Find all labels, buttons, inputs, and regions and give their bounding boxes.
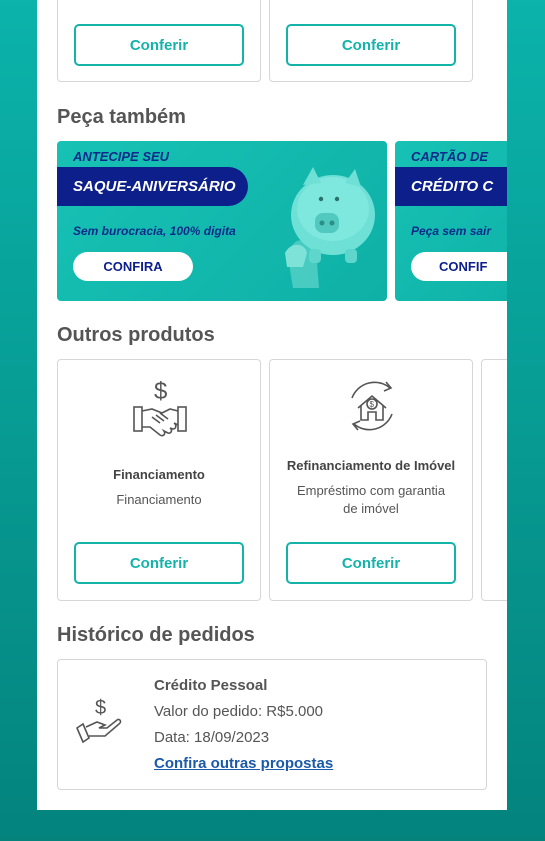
- product-description: Empréstimo com garantia de imóvel: [296, 483, 446, 516]
- svg-text:$: $: [95, 697, 106, 719]
- banner-kicker: CARTÃO DE: [411, 149, 489, 164]
- banner-subtitle: Peça sem sair: [411, 224, 492, 238]
- top-card-right-conferir-button[interactable]: Conferir: [286, 24, 456, 66]
- banner-confira-button[interactable]: CONFIRA: [73, 252, 193, 281]
- banner-saque-aniversario[interactable]: ANTECIPE SEU SAQUE-ANIVERSÁRIO Sem buroc…: [57, 141, 387, 301]
- banner-headline: SAQUE-ANIVERSÁRIO: [57, 167, 248, 206]
- peca-tambem-title: Peça também: [57, 106, 186, 128]
- refinanciamento-conferir-button[interactable]: Conferir: [286, 542, 456, 584]
- banner-kicker: ANTECIPE SEU: [73, 149, 170, 164]
- banner-headline: CRÉDITO C: [395, 167, 507, 206]
- product-card-refinanciamento: $ Refinanciamento de Imóvel Empréstimo c…: [269, 359, 473, 601]
- svg-text:$: $: [154, 378, 167, 405]
- house-refinance-icon: $: [351, 381, 393, 431]
- piggy-bank-icon: [285, 167, 375, 288]
- top-card-left: Conferir: [57, 0, 261, 82]
- order-value: Valor do pedido: R$5.000: [154, 703, 324, 720]
- product-description: Financiamento: [116, 492, 202, 507]
- product-card-financiamento: $ Financiamento Financiamento Conferir: [57, 359, 261, 601]
- banner-cartao-credito[interactable]: CARTÃO DE CRÉDITO C Peça sem sair CONFIF: [395, 141, 507, 301]
- order-date: Data: 18/09/2023: [154, 729, 270, 746]
- svg-text:$: $: [370, 400, 375, 409]
- top-card-left-conferir-button[interactable]: Conferir: [74, 24, 244, 66]
- banner-confira-button[interactable]: CONFIF: [411, 252, 507, 281]
- order-product: Crédito Pessoal: [154, 677, 268, 694]
- historico-title: Histórico de pedidos: [57, 624, 255, 646]
- product-title: Financiamento: [113, 467, 205, 482]
- outros-produtos-title: Outros produtos: [57, 324, 215, 346]
- financiamento-conferir-button[interactable]: Conferir: [74, 542, 244, 584]
- product-card-partial: [481, 359, 507, 601]
- hand-dollar-icon: $: [76, 697, 122, 744]
- top-card-right: Conferir: [269, 0, 473, 82]
- main-panel: Conferir Conferir Peça também ANTECIPE S…: [37, 0, 507, 810]
- banner-subtitle: Sem burocracia, 100% digita: [73, 224, 236, 238]
- order-card: $ Crédito Pessoal Valor do pedido: R$5.0…: [57, 659, 487, 790]
- handshake-dollar-icon: $: [133, 378, 187, 437]
- product-title: Refinanciamento de Imóvel: [286, 458, 456, 473]
- other-proposals-link[interactable]: Confira outras propostas: [154, 755, 333, 772]
